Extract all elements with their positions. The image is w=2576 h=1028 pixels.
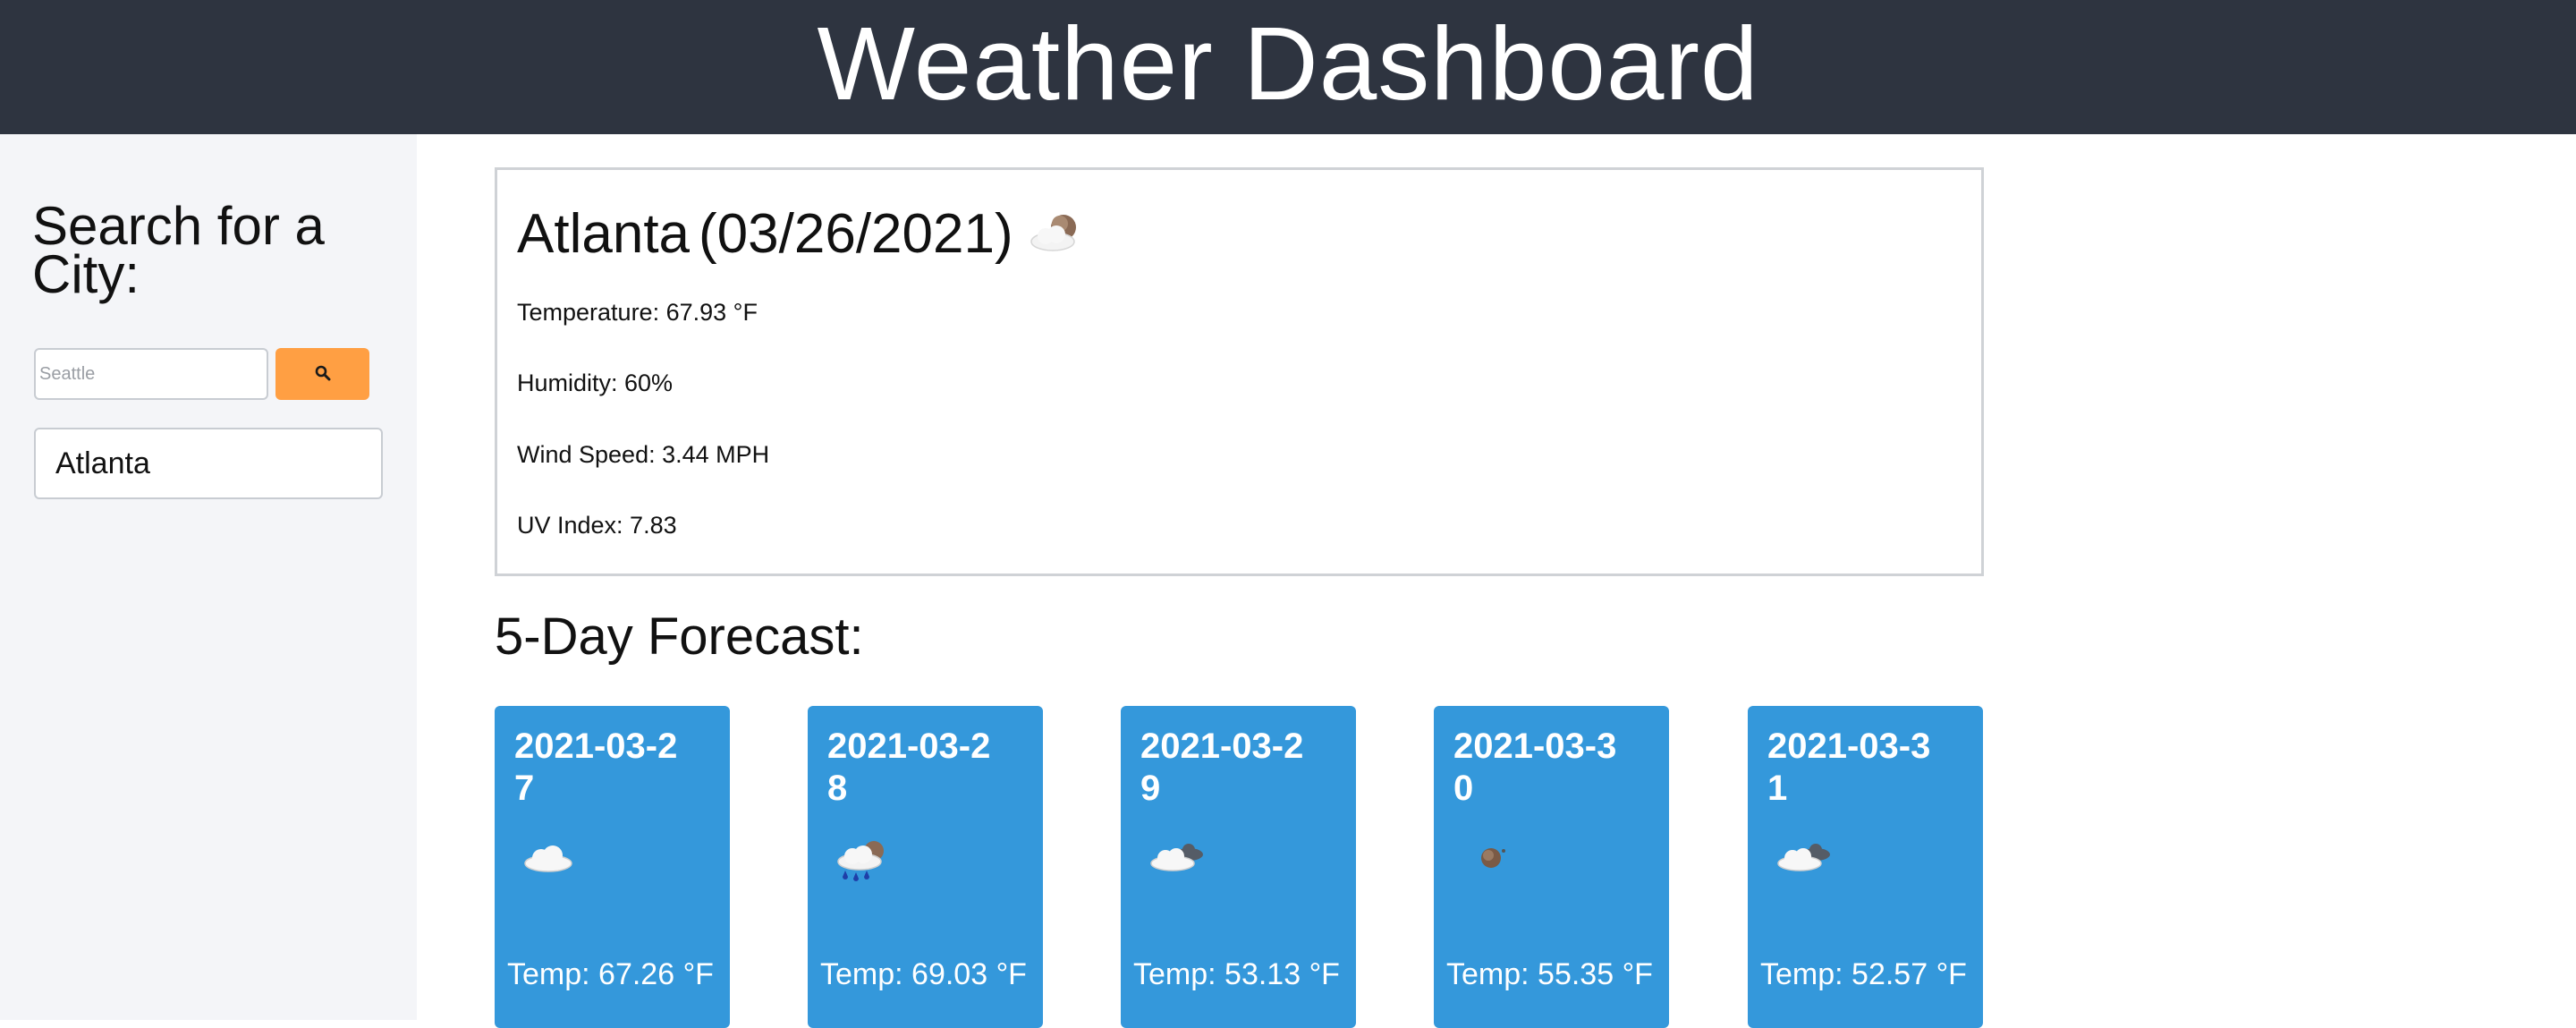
current-temperature: Temperature: 67.93 °F [517, 299, 758, 326]
forecast-date: 2021-03-30 [1453, 726, 1617, 808]
forecast-date: 2021-03-27 [514, 726, 678, 808]
page-title: Weather Dashboard [817, 5, 1759, 122]
forecast-temp: Temp: 55.35 °F [1446, 957, 1653, 991]
forecast-temp: Temp: 67.26 °F [507, 957, 714, 991]
forecast-date: 2021-03-29 [1140, 726, 1304, 808]
forecast-heading: 5-Day Forecast: [495, 607, 864, 666]
search-button[interactable] [275, 348, 369, 400]
forecast-card: 2021-03-28 Temp: 69.03 °F [808, 706, 1043, 1028]
broken-clouds-icon [1775, 838, 1834, 879]
rain-night-icon [835, 838, 892, 889]
forecast-date: 2021-03-28 [827, 726, 991, 808]
current-date: (03/26/2021) [699, 203, 1013, 265]
partly-cloudy-night-icon [1028, 211, 1085, 260]
current-weather-panel: Atlanta (03/26/2021) Temperature: 67.93 … [495, 167, 1984, 576]
forecast-card: 2021-03-31 Temp: 52.57 °F [1748, 706, 1983, 1028]
city-search-input[interactable] [34, 348, 268, 400]
forecast-temp: Temp: 69.03 °F [820, 957, 1027, 991]
current-city: Atlanta [517, 203, 691, 265]
broken-clouds-icon [1148, 838, 1207, 879]
forecast-card: 2021-03-29 Temp: 53.13 °F [1121, 706, 1356, 1028]
cloud-icon [521, 838, 575, 879]
app-header: Weather Dashboard [0, 0, 2576, 134]
history-item-atlanta[interactable]: Atlanta [34, 428, 383, 499]
current-uv-index: UV Index: 7.83 [517, 512, 677, 539]
clear-night-icon [1461, 838, 1514, 879]
forecast-temp: Temp: 53.13 °F [1133, 957, 1340, 991]
forecast-card: 2021-03-30 Temp: 55.35 °F [1434, 706, 1669, 1028]
current-weather-title: Atlanta (03/26/2021) [517, 202, 1085, 266]
current-humidity: Humidity: 60% [517, 370, 674, 396]
forecast-date: 2021-03-31 [1767, 726, 1931, 808]
sidebar: Search for a City: Atlanta [0, 134, 417, 1020]
forecast-temp: Temp: 52.57 °F [1760, 957, 1967, 991]
search-heading: Search for a City: [32, 196, 325, 304]
current-wind-speed: Wind Speed: 3.44 MPH [517, 441, 770, 468]
search-icon [315, 365, 331, 384]
forecast-card: 2021-03-27 Temp: 67.26 °F [495, 706, 730, 1028]
